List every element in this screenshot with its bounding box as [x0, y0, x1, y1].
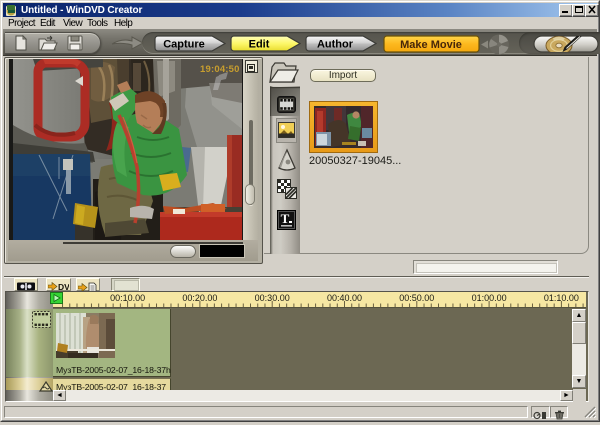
svg-text:Make Movie: Make Movie [400, 39, 462, 51]
svg-text:Author: Author [317, 39, 354, 51]
svg-text:00:20.00: 00:20.00 [182, 293, 217, 303]
svg-text:19:04:50: 19:04:50 [200, 64, 240, 75]
svg-text:Capture: Capture [163, 39, 205, 51]
svg-text:Edit: Edit [249, 39, 270, 51]
svg-text:01:10.00: 01:10.00 [544, 293, 579, 303]
svg-text:DV: DV [58, 282, 69, 291]
svg-text:00:30.00: 00:30.00 [255, 293, 290, 303]
svg-text:00:10.00: 00:10.00 [110, 293, 145, 303]
svg-text:00:40.00: 00:40.00 [327, 293, 362, 303]
svg-text:00:50.00: 00:50.00 [399, 293, 434, 303]
svg-text:01:00.00: 01:00.00 [472, 293, 507, 303]
svg-text:T: T [281, 211, 290, 226]
